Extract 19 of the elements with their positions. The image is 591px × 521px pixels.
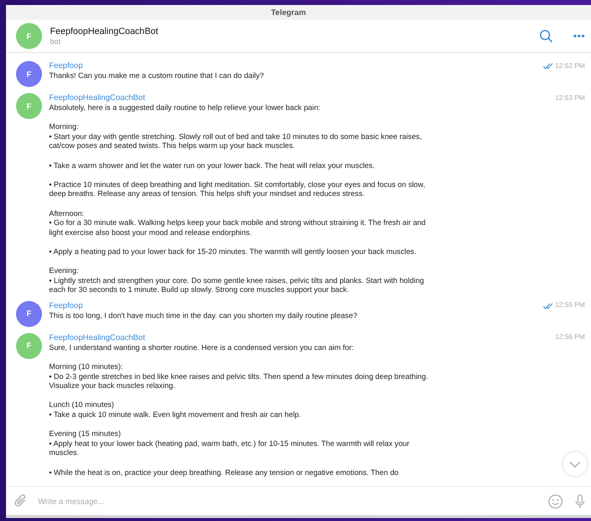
- emoji-icon[interactable]: [548, 494, 563, 508]
- avatar: F: [16, 61, 42, 87]
- avatar: F: [16, 23, 42, 49]
- message-input[interactable]: Write a message...: [36, 496, 540, 506]
- sender-name[interactable]: FeepfoopHealingCoachBot: [49, 93, 554, 103]
- sender-name[interactable]: Feepfoop: [49, 300, 544, 311]
- avatar: F: [16, 300, 42, 327]
- avatar: F: [16, 332, 42, 359]
- search-icon[interactable]: [539, 29, 553, 43]
- chevron-down-icon: [569, 460, 581, 468]
- avatar: F: [16, 93, 42, 119]
- window-title: Telegram: [271, 8, 306, 17]
- more-icon[interactable]: [573, 34, 585, 38]
- sender-name[interactable]: FeepfoopHealingCoachBot: [49, 332, 554, 343]
- sender-name[interactable]: Feepfoop: [49, 61, 544, 71]
- paperclip-icon[interactable]: [14, 494, 28, 508]
- scroll-down-button[interactable]: [563, 452, 587, 476]
- microphone-icon[interactable]: [575, 494, 585, 508]
- chat-title: FeepfoopHealingCoachBot: [50, 26, 160, 36]
